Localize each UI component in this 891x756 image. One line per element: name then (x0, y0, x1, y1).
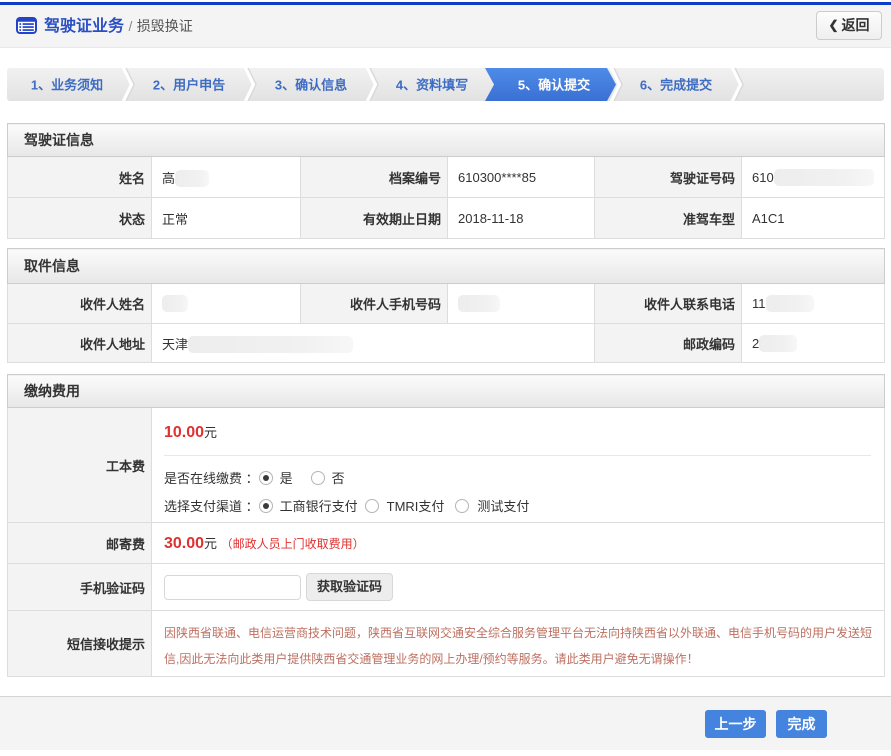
svg-text:4、资料填写: 4、资料填写 (396, 78, 468, 93)
svg-text:3、确认信息: 3、确认信息 (275, 78, 347, 93)
svg-text:5、确认提交: 5、确认提交 (518, 78, 590, 93)
svg-text:1、业务须知: 1、业务须知 (31, 78, 103, 93)
svg-text:2、用户申告: 2、用户申告 (153, 78, 225, 93)
svg-text:6、完成提交: 6、完成提交 (640, 78, 712, 93)
